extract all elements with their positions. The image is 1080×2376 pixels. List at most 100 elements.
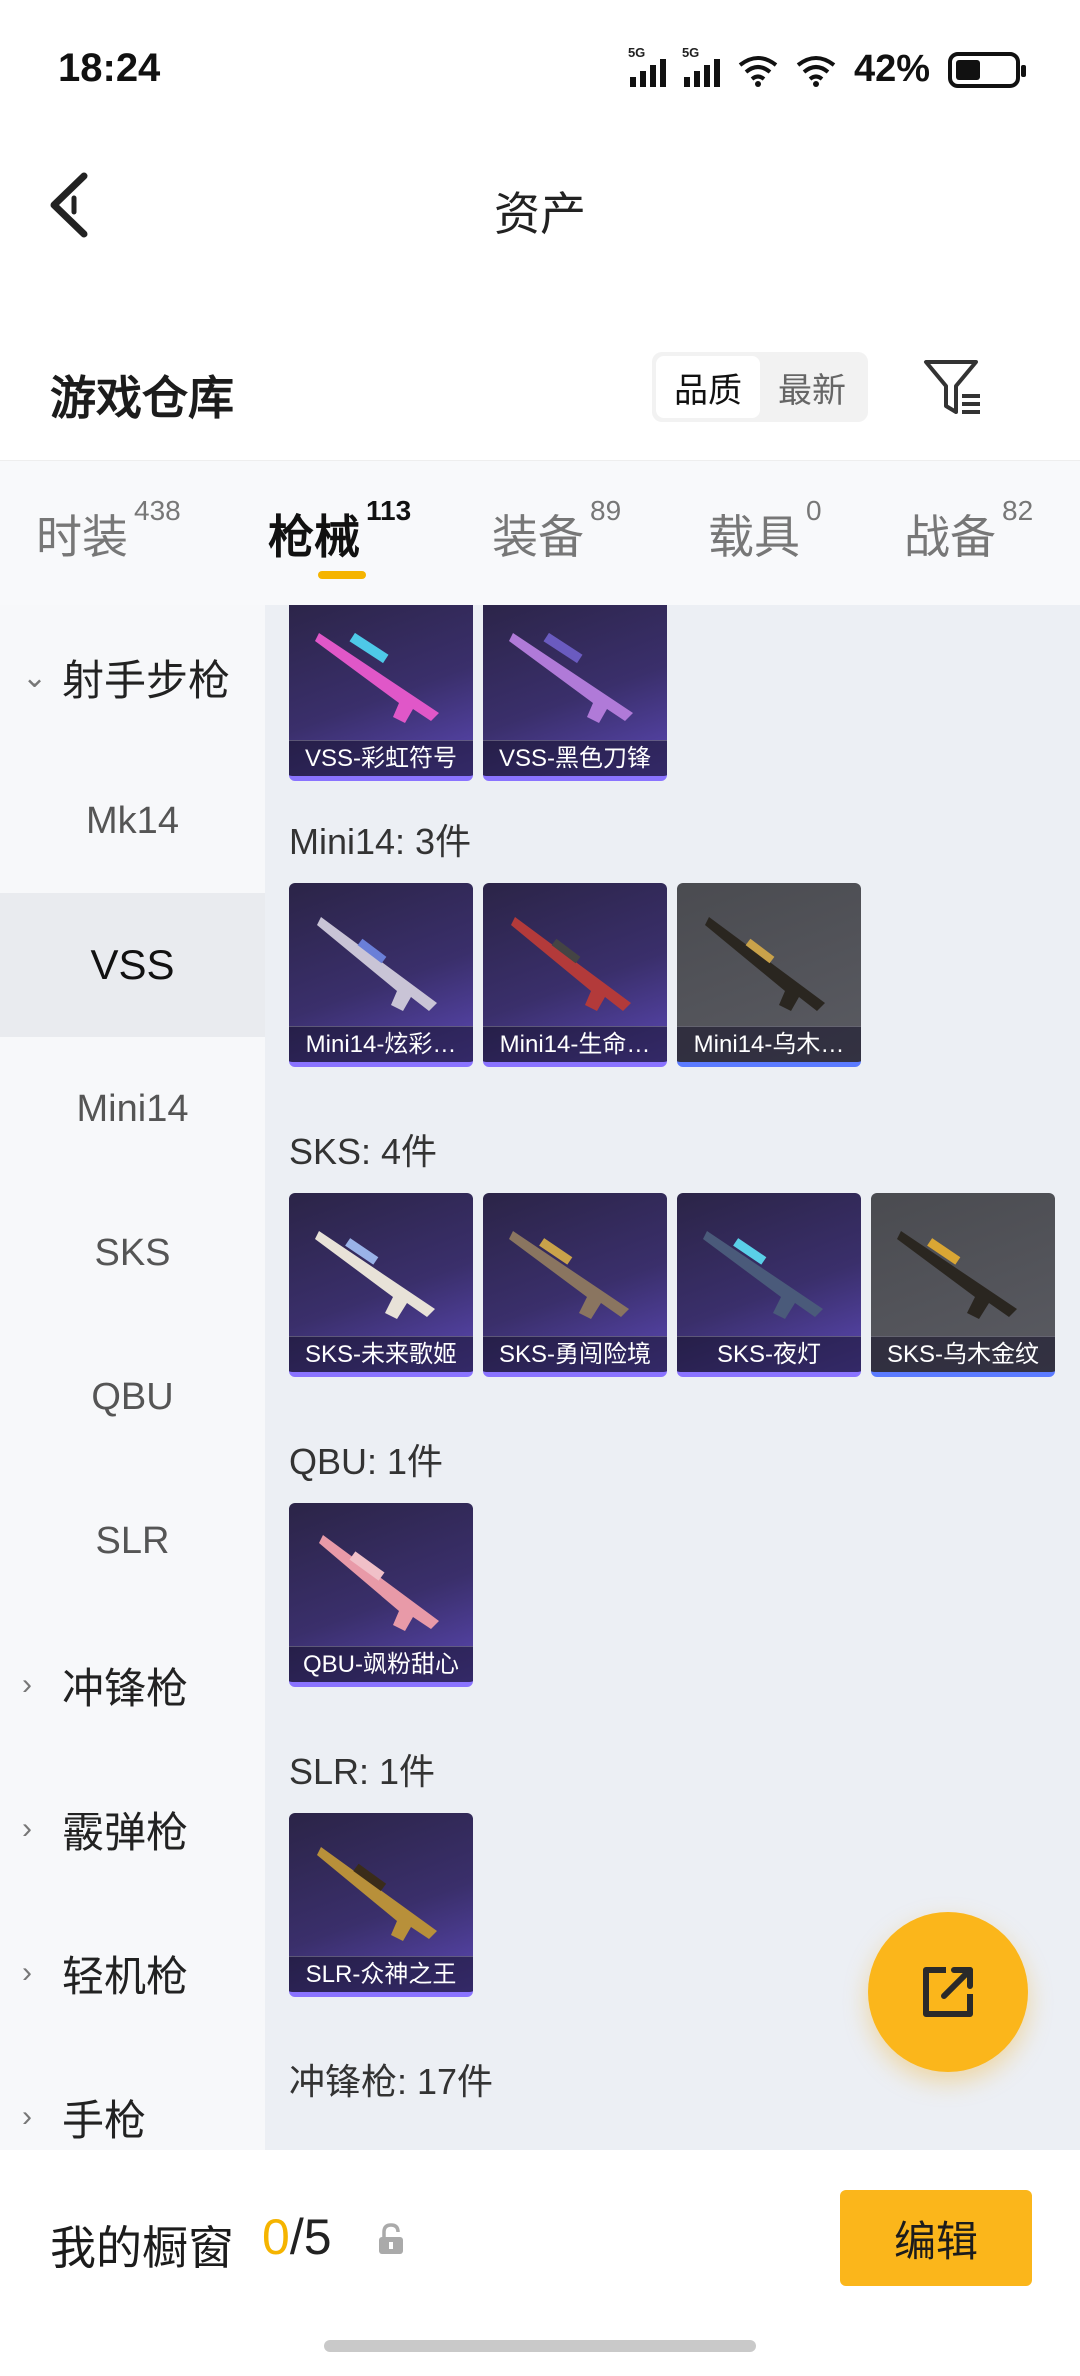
chevron-right-icon: ›	[22, 1668, 32, 1701]
network-type-label: 5G	[681, 44, 700, 60]
sidebar-item-label: 手枪	[62, 2096, 147, 2144]
wifi-icon	[738, 55, 778, 87]
tab-fashion[interactable]: 时装438	[36, 495, 181, 567]
lock-icon	[379, 2223, 403, 2254]
sidebar-item-lmg[interactable]: › 轻机枪	[0, 1901, 265, 2045]
sidebar-item-mk14[interactable]: Mk14	[0, 749, 265, 893]
tab-supplies[interactable]: 战备82	[904, 495, 1033, 567]
showcase-total: /5	[289, 2209, 332, 2265]
hotspot-icon	[796, 55, 836, 87]
weapon-card-label: SKS-乌木金纹	[871, 1336, 1055, 1372]
weapon-card-label: SLR-众神之王	[289, 1956, 473, 1992]
home-indicator[interactable]	[324, 2340, 756, 2352]
signal-icon: 5G	[628, 45, 666, 87]
weapon-card-label: SKS-未来歌姬	[289, 1336, 473, 1372]
tab-count: 82	[1002, 495, 1034, 526]
rifle-icon	[317, 1847, 437, 1941]
rifle-icon	[703, 1231, 823, 1319]
weapon-type-sidebar: ⌄ 射手步枪 Mk14 VSS Mini14 SKS QBU SLR › 冲锋枪 ›…	[0, 605, 265, 2150]
weapon-card[interactable]: SKS-未来歌姬	[289, 1193, 473, 1377]
weapon-card-label: VSS-黑色刀锋	[483, 740, 667, 776]
sidebar-item-sks[interactable]: SKS	[0, 1181, 265, 1325]
tab-label: 装备	[492, 511, 584, 563]
tab-count: 113	[366, 495, 412, 526]
rifle-icon	[705, 917, 825, 1011]
network-type-label: 5G	[627, 44, 646, 60]
weapon-card[interactable]: VSS-彩虹符号	[289, 605, 473, 781]
tab-label: 战备	[904, 511, 996, 563]
weapon-card[interactable]: SKS-乌木金纹	[871, 1193, 1055, 1377]
tab-guns[interactable]: 枪械113	[268, 495, 411, 567]
sort-newest-button[interactable]: 最新	[760, 356, 864, 418]
tab-vehicles[interactable]: 载具0	[708, 495, 822, 567]
warehouse-title: 游戏仓库	[50, 372, 234, 424]
showcase-count: 0/5	[262, 2208, 332, 2266]
weapon-card[interactable]: Mini14-炫彩…	[289, 883, 473, 1067]
sidebar-item-label: 射手步枪	[62, 656, 231, 704]
status-icons: 5G 5G 42%	[628, 45, 1026, 91]
battery-percent: 42%	[853, 48, 930, 90]
tab-label: 时装	[36, 511, 128, 563]
sidebar-item-label: 轻机枪	[62, 1952, 189, 2000]
sidebar-item-vss[interactable]: VSS	[0, 893, 265, 1037]
warehouse-header: 游戏仓库 品质 最新	[0, 330, 1080, 460]
weapon-card[interactable]: SKS-勇闯险境	[483, 1193, 667, 1377]
rifle-icon	[315, 1231, 435, 1319]
weapon-card[interactable]: QBU-飒粉甜心	[289, 1503, 473, 1687]
showcase-label: 我的橱窗	[50, 2222, 234, 2274]
chevron-right-icon: ›	[22, 1812, 32, 1845]
showcase-bar: 我的橱窗 0/5 编辑	[0, 2150, 1080, 2376]
weapon-card[interactable]: Mini14-乌木…	[677, 883, 861, 1067]
edit-button[interactable]: 编辑	[840, 2190, 1032, 2286]
sidebar-item-qbu[interactable]: QBU	[0, 1325, 265, 1469]
sidebar-item-shotgun[interactable]: › 霰弹枪	[0, 1757, 265, 1901]
status-time: 18:24	[58, 46, 161, 90]
section-title-smg: 冲锋枪: 17件	[289, 2061, 494, 2102]
share-button[interactable]	[868, 1912, 1028, 2072]
sort-toggle: 品质 最新	[652, 352, 868, 422]
tab-count: 438	[134, 495, 181, 526]
showcase-current: 0	[262, 2209, 290, 2265]
sidebar-item-label: 霰弹枪	[62, 1808, 189, 1856]
weapon-card[interactable]: SLR-众神之王	[289, 1813, 473, 1997]
section-title-qbu: QBU: 1件	[289, 1441, 444, 1482]
chevron-down-icon: ⌄	[22, 660, 48, 694]
weapon-card-label: SKS-夜灯	[677, 1336, 861, 1372]
section-title-mini14: Mini14: 3件	[289, 821, 472, 862]
tab-label: 载具	[708, 511, 800, 563]
sort-quality-button[interactable]: 品质	[656, 356, 760, 418]
weapon-card[interactable]: Mini14-生命…	[483, 883, 667, 1067]
rifle-icon	[897, 1231, 1017, 1319]
filter-icon[interactable]	[920, 356, 984, 420]
weapon-card[interactable]: VSS-黑色刀锋	[483, 605, 667, 781]
nav-bar: 资产	[0, 140, 1080, 270]
rifle-icon	[319, 1535, 439, 1631]
sidebar-item-mini14[interactable]: Mini14	[0, 1037, 265, 1181]
weapon-card-label: QBU-飒粉甜心	[289, 1646, 473, 1682]
section-title-sks: SKS: 4件	[289, 1131, 438, 1172]
rifle-icon	[509, 1231, 629, 1319]
battery-icon	[948, 51, 1026, 88]
active-tab-indicator	[318, 571, 366, 579]
rifle-icon	[509, 632, 633, 723]
page-title: 资产	[494, 188, 586, 240]
weapon-card-label: Mini14-炫彩…	[289, 1026, 473, 1062]
tab-equipment[interactable]: 装备89	[492, 495, 621, 567]
sidebar-item-sniper-rifles[interactable]: ⌄ 射手步枪	[0, 605, 265, 749]
weapon-card[interactable]: SKS-夜灯	[677, 1193, 861, 1377]
section-title-slr: SLR: 1件	[289, 1751, 436, 1792]
weapon-card-label: SKS-勇闯险境	[483, 1336, 667, 1372]
weapon-card-label: VSS-彩虹符号	[289, 740, 473, 776]
weapon-card-label: Mini14-生命…	[483, 1026, 667, 1062]
chevron-right-icon: ›	[22, 2100, 32, 2133]
signal-icon: 5G	[682, 45, 720, 87]
rifle-icon	[317, 917, 437, 1011]
sidebar-item-slr[interactable]: SLR	[0, 1469, 265, 1613]
rifle-icon	[315, 632, 439, 723]
share-icon	[923, 1967, 973, 2017]
rifle-icon	[511, 917, 631, 1011]
sidebar-item-smg[interactable]: › 冲锋枪	[0, 1613, 265, 1757]
status-bar: 18:24 5G 5G 42%	[0, 0, 1080, 140]
weapon-card-label: Mini14-乌木…	[677, 1026, 861, 1062]
tab-count: 89	[590, 495, 622, 526]
